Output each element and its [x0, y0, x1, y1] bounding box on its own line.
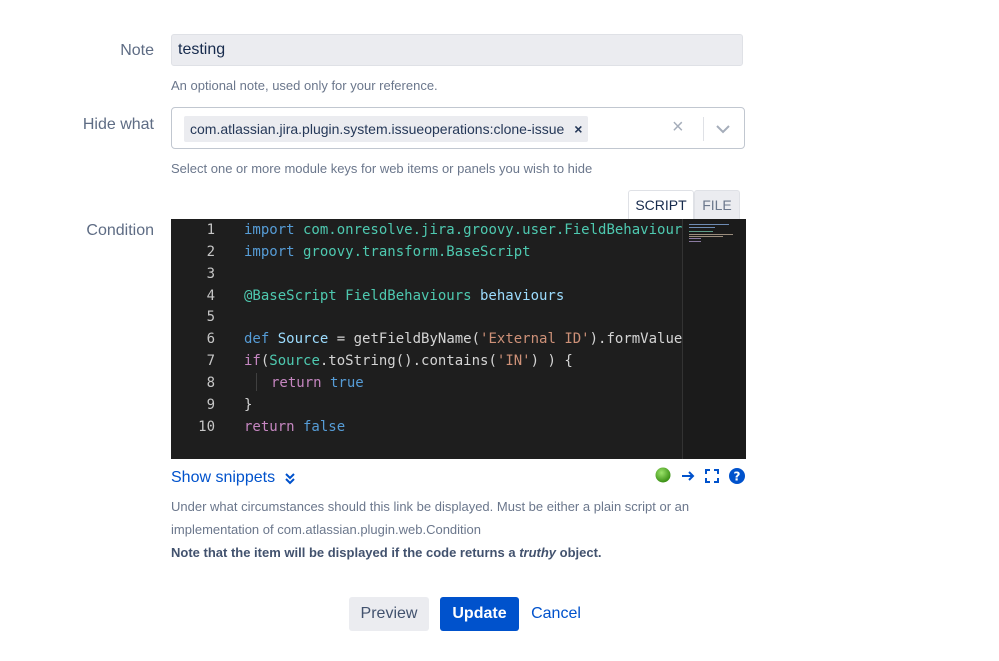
- code-line: @BaseScript FieldBehaviours behaviours: [244, 288, 565, 304]
- line-number: 9: [206, 397, 215, 413]
- selected-module-chip: com.atlassian.jira.plugin.system.issueop…: [184, 116, 589, 142]
- code-line: return true: [271, 375, 364, 391]
- hide-what-label: Hide what: [82, 116, 154, 133]
- preview-button[interactable]: Preview: [349, 597, 429, 631]
- svg-text:?: ?: [734, 470, 741, 484]
- line-number: 8: [206, 375, 215, 391]
- tab-script[interactable]: SCRIPT: [628, 190, 694, 219]
- chevron-down-icon[interactable]: [715, 121, 731, 137]
- code-area[interactable]: 1 2 3 4 5 6 7 8 9 10 import com.onresolv…: [171, 219, 682, 459]
- code-line: import groovy.transform.BaseScript: [244, 244, 531, 260]
- code-editor[interactable]: 1 2 3 4 5 6 7 8 9 10 import com.onresolv…: [171, 219, 746, 459]
- condition-help-line2: implementation of com.atlassian.plugin.w…: [171, 522, 482, 537]
- clear-selection-icon[interactable]: ×: [672, 116, 684, 139]
- fullscreen-icon[interactable]: [704, 468, 720, 484]
- arrow-right-icon[interactable]: [680, 468, 696, 484]
- condition-help-line1: Under what circumstances should this lin…: [171, 499, 690, 514]
- help-icon[interactable]: ?: [728, 467, 746, 485]
- line-number: 2: [206, 244, 215, 260]
- chip-remove-icon[interactable]: ×: [574, 121, 582, 137]
- line-number: 3: [206, 266, 215, 282]
- line-number: 10: [198, 419, 215, 435]
- code-line: if(Source.toString().contains('IN') ) {: [244, 353, 573, 369]
- select-separator: [703, 117, 704, 141]
- line-number: 1: [206, 222, 215, 238]
- hide-what-select[interactable]: com.atlassian.jira.plugin.system.issueop…: [171, 107, 745, 149]
- show-snippets-label: Show snippets: [171, 469, 276, 486]
- show-snippets-link[interactable]: Show snippets: [171, 469, 297, 487]
- note-input[interactable]: testing: [171, 34, 743, 66]
- note-help: An optional note, used only for your ref…: [171, 78, 438, 93]
- line-number: 6: [206, 331, 215, 347]
- cancel-button[interactable]: Cancel: [531, 597, 581, 631]
- condition-label: Condition: [86, 222, 154, 239]
- tab-file[interactable]: FILE: [694, 190, 740, 219]
- hide-what-help: Select one or more module keys for web i…: [171, 161, 593, 176]
- line-number: 4: [206, 288, 215, 304]
- indent-guide: [256, 373, 257, 391]
- chip-label: com.atlassian.jira.plugin.system.issueop…: [190, 121, 565, 137]
- line-gutter: 1 2 3 4 5 6 7 8 9 10: [171, 219, 231, 459]
- code-line: return false: [244, 419, 346, 435]
- double-chevron-down-icon: [285, 473, 295, 485]
- status-ok-icon: [655, 467, 671, 483]
- code-line: }: [244, 397, 253, 413]
- code-line: import com.onresolve.jira.groovy.user.Fi…: [244, 222, 682, 238]
- code-minimap[interactable]: [682, 219, 746, 459]
- line-number: 7: [206, 353, 215, 369]
- update-button[interactable]: Update: [440, 597, 519, 631]
- condition-note: Note that the item will be displayed if …: [171, 545, 602, 560]
- note-label: Note: [120, 42, 154, 59]
- line-number: 5: [206, 309, 215, 325]
- code-line: def Source = getFieldByName('External ID…: [244, 331, 682, 347]
